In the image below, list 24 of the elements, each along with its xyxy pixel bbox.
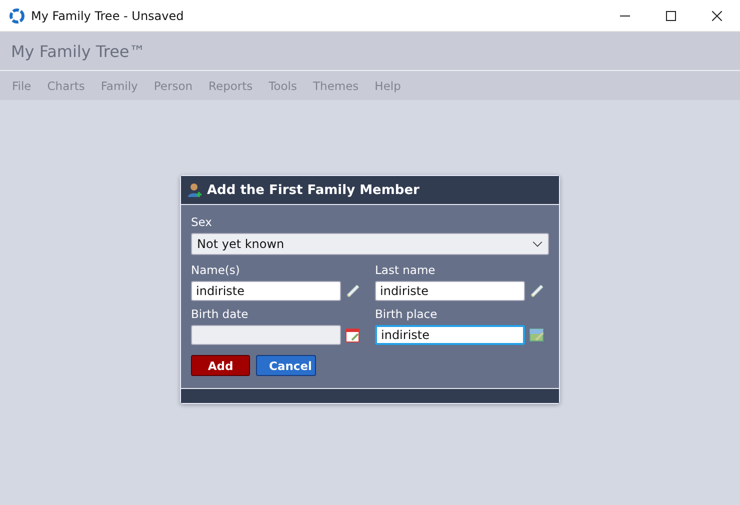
input-field[interactable]: indiriste (375, 281, 525, 301)
person-add-icon (187, 182, 203, 198)
field-label: Birth date (191, 307, 248, 321)
field-label: Last name (375, 263, 436, 277)
pen-icon[interactable] (345, 283, 361, 299)
input-field[interactable]: indiriste (375, 325, 525, 345)
field-label: Name(s) (191, 263, 240, 277)
input-field[interactable]: indiriste (191, 281, 341, 301)
chevron-down-icon (532, 240, 543, 248)
sex-dropdown[interactable]: Not yet known (191, 233, 549, 255)
calendar-icon[interactable] (345, 327, 361, 343)
dialog-title: Add the First Family Member (207, 182, 420, 198)
field-label: Birth place (375, 307, 438, 321)
field-label: Sex (191, 215, 212, 229)
app-title: My Family Tree™ (11, 42, 146, 60)
app-logo-icon (9, 8, 25, 24)
maximize-icon[interactable] (666, 10, 676, 20)
dialog-button[interactable]: Cancel (256, 355, 316, 376)
input-field[interactable] (191, 325, 341, 345)
map-icon[interactable] (529, 327, 545, 343)
window-title: My Family Tree - Unsaved (31, 8, 184, 22)
dialog-button[interactable]: Add (191, 355, 250, 376)
close-icon[interactable] (712, 10, 722, 20)
pen-icon[interactable] (529, 283, 545, 299)
